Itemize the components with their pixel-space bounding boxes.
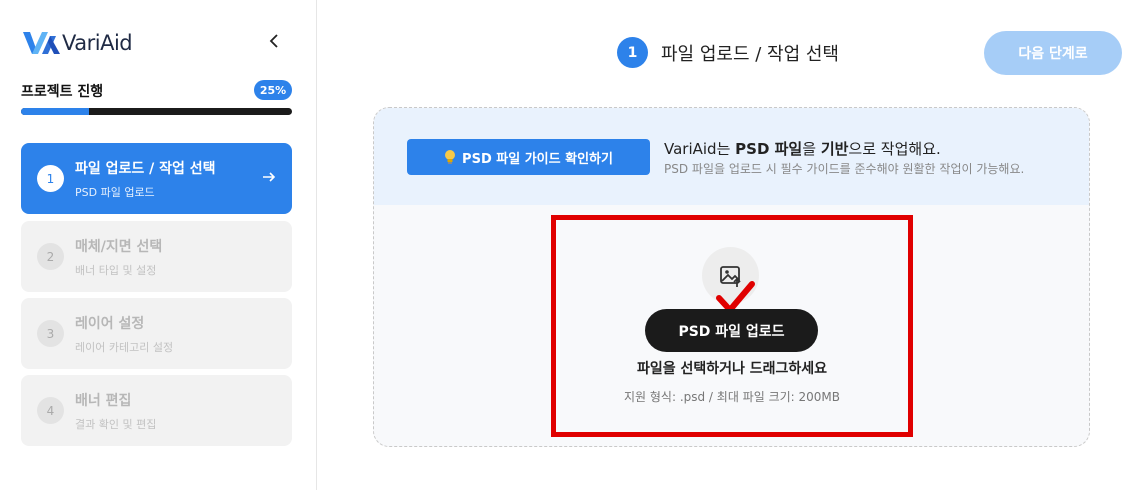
step-title: 파일 업로드 / 작업 선택	[75, 160, 216, 177]
guide-headline-prefix: VariAid는	[664, 140, 736, 158]
step-banner-edit[interactable]: 4 배너 편집 결과 확인 및 편집	[21, 375, 292, 446]
current-step-title: 파일 업로드 / 작업 선택	[661, 43, 839, 65]
collapse-sidebar-button[interactable]	[264, 30, 284, 52]
sidebar: VariAid 프로젝트 진행 25% 1 파일 업로드 / 작업 선택 PSD…	[0, 0, 317, 490]
arrow-right-icon	[263, 172, 276, 182]
step-title: 레이어 설정	[75, 315, 145, 332]
step-number: 4	[37, 397, 64, 424]
step-number: 3	[37, 320, 64, 347]
progress-percent-badge: 25%	[254, 80, 292, 100]
current-step-heading: 1 파일 업로드 / 작업 선택	[617, 37, 839, 68]
brand-name: VariAid	[62, 31, 133, 55]
lightbulb-icon	[445, 150, 456, 164]
brand-logo[interactable]: VariAid	[22, 28, 133, 58]
guide-headline: VariAid는 PSD 파일을 기반으로 작업해요.	[664, 138, 941, 159]
guide-headline-suffix: 으로 작업해요.	[848, 140, 941, 158]
step-subtitle: 배너 타입 및 설정	[75, 263, 157, 277]
step-title: 배너 편집	[75, 392, 132, 409]
variaid-logo-icon	[23, 32, 60, 54]
guide-banner: PSD 파일 가이드 확인하기 VariAid는 PSD 파일을 기반으로 작업…	[374, 108, 1089, 205]
step-title: 매체/지면 선택	[75, 238, 163, 255]
progress-bar	[21, 108, 292, 115]
chevron-left-icon	[269, 34, 278, 48]
step-subtitle: 레이어 카테고리 설정	[75, 340, 174, 354]
psd-guide-label: PSD 파일 가이드 확인하기	[462, 151, 613, 167]
step-media-select[interactable]: 2 매체/지면 선택 배너 타입 및 설정	[21, 221, 292, 292]
current-step-number: 1	[617, 37, 648, 68]
step-subtitle: 결과 확인 및 편집	[75, 417, 157, 431]
app-root: VariAid 프로젝트 진행 25% 1 파일 업로드 / 작업 선택 PSD…	[0, 0, 1145, 490]
next-step-button[interactable]: 다음 단계로	[984, 31, 1122, 75]
upload-hint: 파일을 선택하거나 드래그하세요	[636, 361, 828, 377]
psd-guide-button[interactable]: PSD 파일 가이드 확인하기	[407, 139, 650, 175]
guide-headline-bold-base: 기반	[820, 140, 849, 158]
progress-bar-fill	[21, 108, 89, 115]
guide-description: PSD 파일을 업로드 시 필수 가이드를 준수해야 원활한 작업이 가능해요.	[664, 162, 1025, 176]
guide-headline-mid: 을	[802, 140, 821, 158]
psd-upload-button[interactable]: PSD 파일 업로드	[645, 309, 818, 352]
progress-title: 프로젝트 진행	[21, 84, 104, 100]
step-upload[interactable]: 1 파일 업로드 / 작업 선택 PSD 파일 업로드	[21, 143, 292, 214]
step-subtitle: PSD 파일 업로드	[75, 185, 155, 199]
guide-headline-bold-psd: PSD 파일	[735, 140, 803, 158]
step-number: 2	[37, 243, 64, 270]
step-layer-settings[interactable]: 3 레이어 설정 레이어 카테고리 설정	[21, 298, 292, 369]
step-number: 1	[37, 165, 64, 192]
upload-format-info: 지원 형식: .psd / 최대 파일 크기: 200MB	[623, 390, 841, 404]
